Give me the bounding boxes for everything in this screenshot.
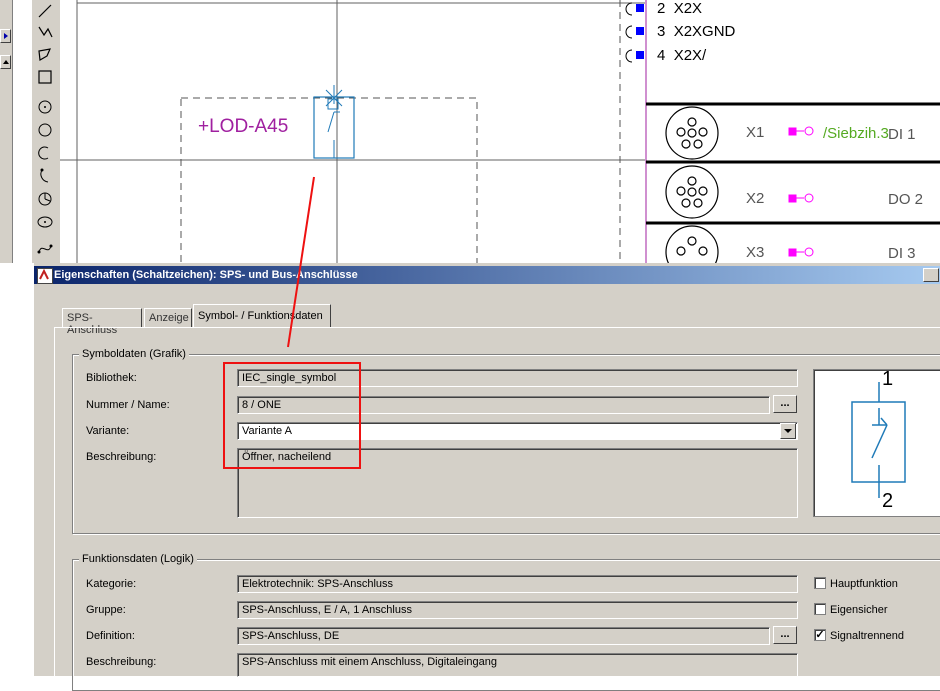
function-description-label: Beschreibung: [86,656,157,668]
properties-dialog: Eigenschaften (Schaltzeichen): SPS- und … [33,263,940,691]
line-tool-icon[interactable] [36,2,54,20]
circle-tool-icon[interactable] [36,121,54,139]
chevron-down-icon [784,429,792,433]
pin-number: 3 [657,23,666,40]
preview-pin-top: 1 [882,368,894,390]
arc-tool-icon[interactable] [36,144,54,162]
signal-isolating-checkbox[interactable]: ✓ [814,629,826,641]
preview-pin-bottom: 2 [882,490,894,512]
variant-dropdown-button[interactable] [780,423,796,439]
group-label: Gruppe: [86,604,126,616]
connector-name: X1 [746,124,765,141]
spline-tool-icon[interactable] [36,240,54,258]
symbol-description-label: Beschreibung: [86,451,157,463]
drawing-toolbar [31,0,61,263]
pin-number: 4 [657,47,666,64]
number-name-label: Nummer / Name: [86,399,170,411]
dialog-title: Eigenschaften (Schaltzeichen): SPS- und … [54,269,358,281]
left-panel-strip [0,0,13,263]
library-label: Bibliothek: [86,372,137,384]
polyline-tool-icon[interactable] [36,23,54,41]
ellipse-tool-icon[interactable] [36,213,54,231]
group-title: Symboldaten (Grafik) [79,348,189,360]
scroll-up-button[interactable] [0,55,11,69]
circle-center-tool-icon[interactable] [36,98,54,116]
main-function-label: Hauptfunktion [830,578,898,590]
component-label: +LOD-A45 [198,116,289,137]
scroll-right-button[interactable] [0,29,11,43]
sector-tool-icon[interactable] [36,190,54,208]
group-title: Funktionsdaten (Logik) [79,553,197,565]
pin-name: X2X [673,0,703,17]
schematic-canvas[interactable]: +LOD-A45 2 X2X 3 X2XGND 4 X2X/ X1 /Siebz… [60,0,940,263]
category-field[interactable]: Elektrotechnik: SPS-Anschluss [237,575,798,593]
app-icon [37,268,53,284]
symbol-preview: 1 2 [813,368,940,517]
tab-sps-anschluss[interactable]: SPS-Anschluss [62,308,142,336]
arrow-right-icon [4,33,8,39]
main-function-checkbox[interactable] [814,577,826,589]
definition-field[interactable]: SPS-Anschluss, DE [237,627,770,645]
arc-3point-tool-icon[interactable] [36,167,54,185]
variant-label: Variante: [86,425,130,437]
group-field[interactable]: SPS-Anschluss, E / A, 1 Anschluss [237,601,798,619]
arrow-up-icon [3,60,9,64]
pin-number: 2 [657,0,666,17]
intrinsically-safe-label: Eigensicher [830,604,888,616]
tab-symbol-funktionsdaten[interactable]: Symbol- / Funktionsdaten [193,304,331,327]
pin-markers [625,2,644,63]
function-description-field[interactable]: SPS-Anschluss mit einem Anschluss, Digit… [237,653,798,677]
annotation-highlight-box [223,362,361,469]
dialog-titlebar[interactable]: Eigenschaften (Schaltzeichen): SPS- und … [34,266,940,284]
connector-name: X3 [746,244,765,261]
pin-name: X2X/ [673,47,707,64]
pin-name: X2XGND [673,23,736,40]
category-label: Kategorie: [86,578,137,590]
number-browse-button[interactable]: ... [773,395,797,413]
rectangle-tool-icon[interactable] [36,68,54,86]
pin-row: 4 X2X/ [657,47,706,64]
connector-signal: /Siebzih.3 [823,125,889,142]
connector-io: DI 3 [888,245,916,262]
connector-io: DO 2 [888,191,924,208]
pin-row: 3 X2XGND [657,23,735,40]
intrinsically-safe-checkbox[interactable] [814,603,826,615]
signal-isolating-label: Signaltrennend [830,630,905,642]
tab-anzeige[interactable]: Anzeige [144,308,192,327]
break-contact-symbol [851,382,906,498]
connector-name: X2 [746,190,765,207]
window-button-icon[interactable] [923,268,939,282]
connector-io: DI 1 [888,126,916,143]
definition-browse-button[interactable]: ... [773,626,797,644]
polygon-tool-icon[interactable] [36,46,54,64]
pin-row: 2 X2X [657,0,702,17]
schematic-drawing [60,0,940,263]
definition-label: Definition: [86,630,135,642]
